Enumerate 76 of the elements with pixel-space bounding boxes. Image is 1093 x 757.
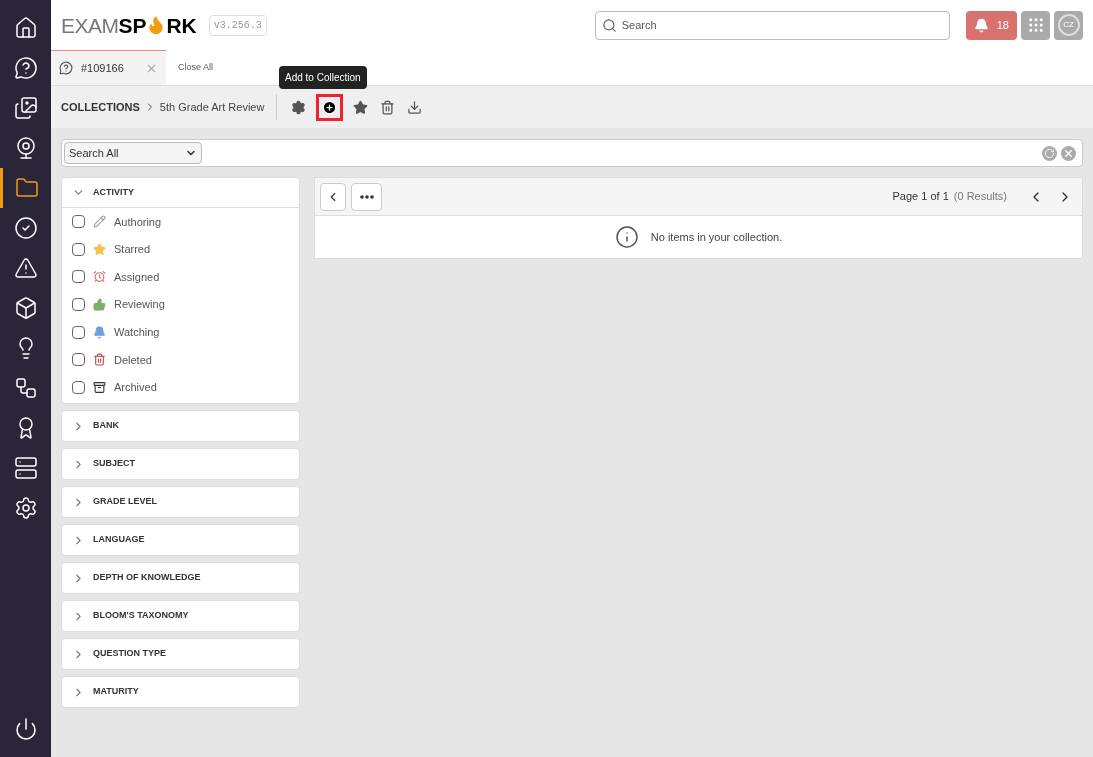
filter-header[interactable]: BLOOM'S TAXONOMY <box>62 601 299 632</box>
home-icon <box>13 16 38 40</box>
checkbox[interactable] <box>72 270 85 284</box>
option-label: Deleted <box>114 352 152 368</box>
results-count: (0 Results) <box>953 189 1007 205</box>
cube-icon <box>13 296 38 320</box>
filter-option[interactable]: Archived <box>62 373 299 402</box>
trash-icon <box>93 353 106 367</box>
option-label: Starred <box>114 242 151 258</box>
power-icon <box>13 717 38 741</box>
logo-text: SP <box>118 14 147 36</box>
filter-option[interactable]: Deleted <box>62 345 299 374</box>
warning-icon <box>13 256 38 280</box>
filter-option[interactable]: Watching <box>62 318 299 346</box>
checkbox[interactable] <box>72 298 85 312</box>
alarm-clock-icon <box>93 270 106 284</box>
more-button[interactable] <box>351 182 382 211</box>
filter-header[interactable]: SUBJECT <box>62 449 299 480</box>
version-label: v3.256.3 <box>208 14 267 36</box>
info-icon <box>614 225 639 249</box>
add-button[interactable] <box>316 93 344 121</box>
filter-option[interactable]: Starred <box>62 235 299 264</box>
option-label: Authoring <box>114 214 162 230</box>
filter-option[interactable]: Authoring <box>62 208 299 236</box>
workflow-icon <box>13 376 38 400</box>
option-label: Watching <box>114 324 160 340</box>
tooltip: Add to Collection <box>279 66 367 89</box>
filter-option[interactable]: Assigned <box>62 263 299 291</box>
question-icon <box>59 61 73 75</box>
filter-option[interactable]: Reviewing <box>62 290 299 319</box>
search-field[interactable]: Search <box>594 10 950 40</box>
bell-icon <box>973 17 989 33</box>
grid-icon <box>1026 16 1045 34</box>
check-circle-icon <box>13 216 38 240</box>
breadcrumb-current: 5th Grade Art Review <box>159 99 265 115</box>
filter-header[interactable]: GRADE LEVEL <box>62 487 299 518</box>
settings-icon <box>291 99 307 115</box>
tab-label: #109166 <box>81 60 124 76</box>
checkbox[interactable] <box>72 380 85 394</box>
breadcrumb-link[interactable]: COLLECTIONS <box>61 98 140 116</box>
checkbox[interactable] <box>72 325 85 339</box>
empty-message: No items in your collection. <box>650 229 783 245</box>
filter-header[interactable]: QUESTION TYPE <box>62 639 299 670</box>
close-all-button[interactable]: Close All <box>166 50 225 85</box>
filter-header[interactable]: MATURITY <box>62 677 299 708</box>
star-icon <box>93 242 106 256</box>
bell-icon <box>93 325 106 339</box>
thumbs-up-icon <box>93 298 106 312</box>
option-label: Archived <box>114 380 157 396</box>
logo-text: EXAM <box>61 14 119 36</box>
checkbox[interactable] <box>72 353 85 367</box>
plus-circle-icon <box>322 99 338 115</box>
checkbox[interactable] <box>72 242 85 256</box>
folder-icon <box>15 176 39 200</box>
images-icon <box>13 96 38 120</box>
logo-text: RK <box>166 14 197 36</box>
search-icon <box>601 17 617 33</box>
filter-header[interactable]: DEPTH OF KNOWLEDGE <box>62 563 299 594</box>
ellipsis-icon <box>359 194 374 199</box>
search-scope-dropdown[interactable]: Search All <box>64 142 202 164</box>
settings-icon <box>13 496 38 520</box>
option-label: Reviewing <box>114 297 165 313</box>
option-label: Assigned <box>114 269 160 285</box>
server-icon <box>13 456 38 480</box>
question-icon <box>13 56 38 80</box>
page-indicator: Page 1 of 1 <box>892 189 949 205</box>
download-icon <box>407 99 423 115</box>
pencil-icon <box>93 215 106 229</box>
filter-header[interactable]: BANK <box>62 411 299 442</box>
filter-header[interactable]: ACTIVITY <box>62 178 299 208</box>
checkbox[interactable] <box>72 215 85 229</box>
star-icon <box>353 99 369 115</box>
archive-icon <box>93 380 106 394</box>
trash-icon <box>380 99 396 115</box>
filter-header[interactable]: LANGUAGE <box>62 525 299 556</box>
tab[interactable]: #109166 <box>51 50 166 85</box>
